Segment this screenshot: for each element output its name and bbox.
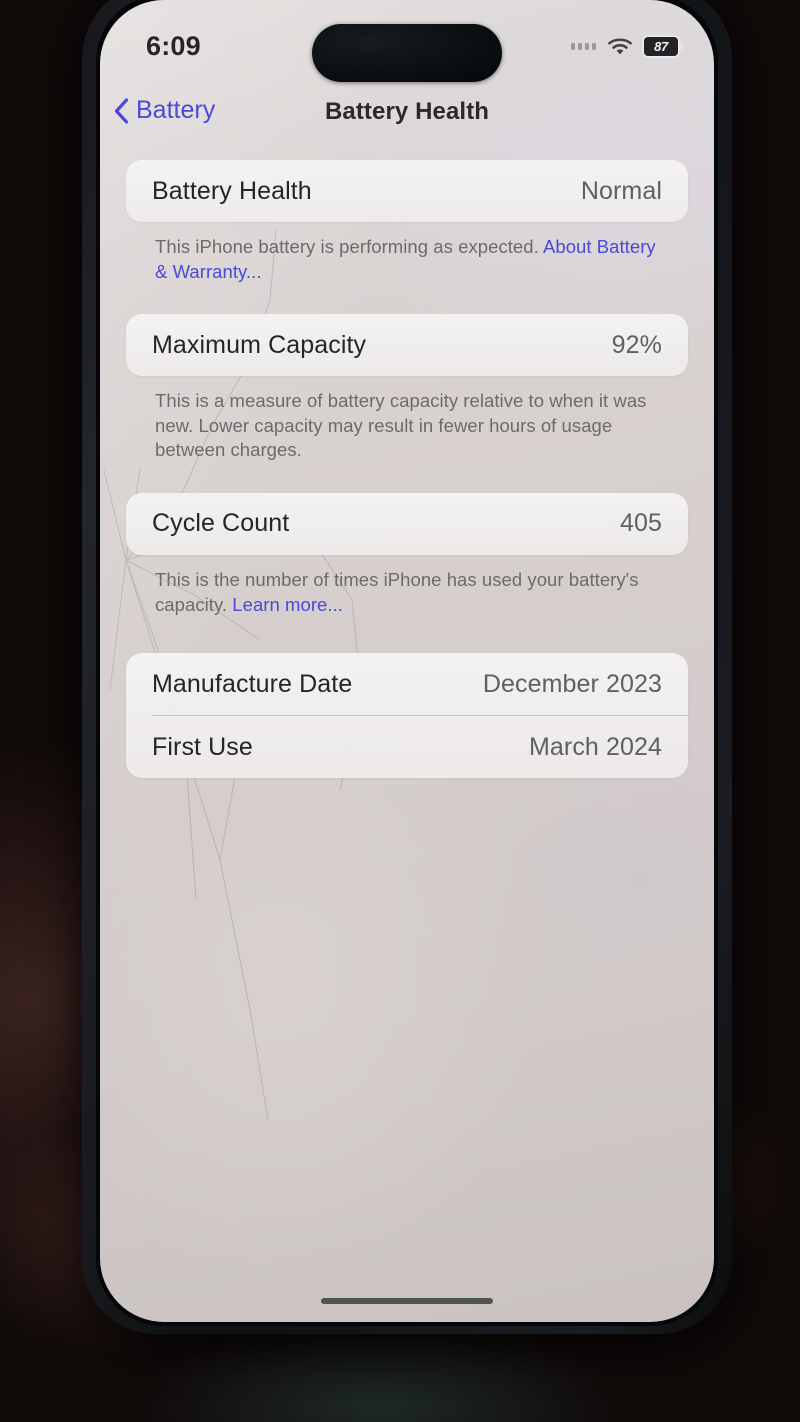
wifi-icon	[608, 37, 632, 54]
first-use-label: First Use	[152, 732, 253, 761]
cycle-count-card: Cycle Count 405	[126, 492, 688, 555]
learn-more-link[interactable]: Learn more...	[232, 594, 343, 615]
maximum-capacity-footnote: This is a measure of battery capacity re…	[155, 390, 647, 461]
cycle-count-value: 405	[619, 509, 662, 538]
cellular-dots-icon	[571, 42, 596, 50]
manufacture-date-label: Manufacture Date	[152, 669, 353, 698]
cycle-count-footnote: This is the number of times iPhone has u…	[126, 555, 688, 617]
dates-card: Manufacture Date December 2023 First Use…	[126, 653, 688, 779]
phone-screen: 6:09 87 Battery Battery Health Battery H…	[100, 0, 714, 1322]
maximum-capacity-label: Maximum Capacity	[152, 330, 367, 359]
status-time: 6:09	[146, 30, 201, 61]
manufacture-date-row: Manufacture Date December 2023	[126, 653, 688, 715]
maximum-capacity-row[interactable]: Maximum Capacity 92%	[126, 314, 688, 376]
battery-health-footnote: This iPhone battery is performing as exp…	[126, 222, 688, 284]
navigation-bar: Battery Battery Health	[100, 88, 714, 150]
first-use-row: First Use March 2024	[126, 716, 688, 778]
first-use-value: March 2024	[528, 732, 662, 761]
maximum-capacity-value: 92%	[611, 330, 662, 359]
status-icons: 87	[571, 36, 683, 56]
manufacture-date-value: December 2023	[482, 669, 662, 698]
battery-health-row[interactable]: Battery Health Normal	[126, 160, 688, 222]
cycle-count-row[interactable]: Cycle Count 405	[126, 493, 688, 555]
home-indicator[interactable]	[321, 1298, 493, 1304]
maximum-capacity-card: Maximum Capacity 92%	[126, 314, 688, 377]
battery-nub	[680, 42, 683, 50]
settings-content: Battery Health Normal This iPhone batter…	[100, 160, 714, 779]
page-title: Battery Health	[324, 98, 490, 125]
cycle-count-footnote-text: This is the number of times iPhone has u…	[155, 568, 639, 615]
battery-icon: 87	[644, 36, 683, 56]
battery-health-value: Normal	[580, 176, 662, 205]
battery-health-footnote-text: This iPhone battery is performing as exp…	[155, 236, 543, 257]
battery-health-label: Battery Health	[152, 176, 312, 205]
battery-health-card: Battery Health Normal	[126, 160, 688, 222]
dynamic-island	[312, 24, 502, 82]
cycle-count-label: Cycle Count	[152, 509, 290, 538]
battery-percent-label: 87	[654, 38, 668, 54]
